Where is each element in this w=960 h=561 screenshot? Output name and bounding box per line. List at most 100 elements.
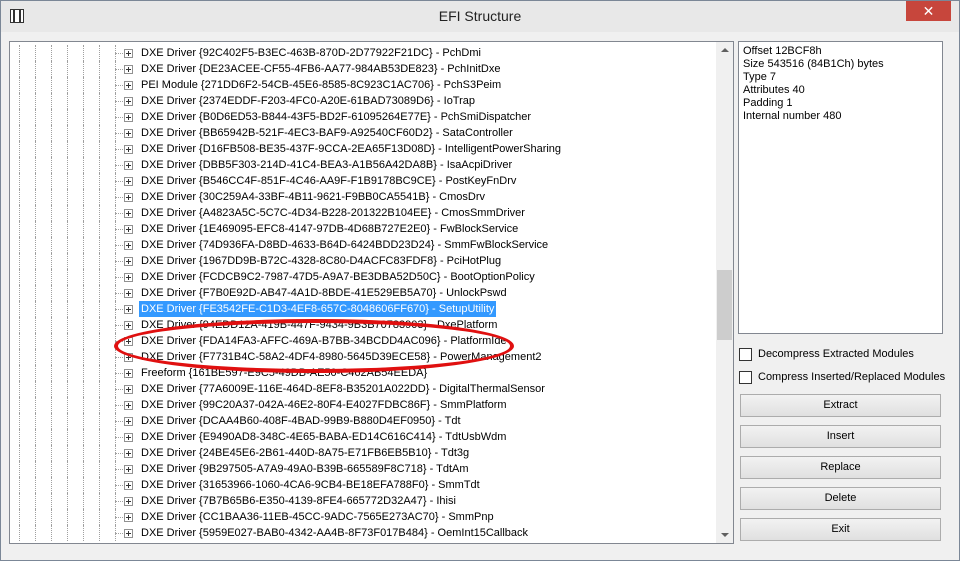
tree-item[interactable]: DXE Driver {FE3542FE-C1D3-4EF8-657C-8048… [10,301,716,317]
tree-item[interactable]: DXE Driver {7B7B65B6-E350-4139-8FE4-6657… [10,493,716,509]
tree-item[interactable]: DXE Driver {9B297505-A7A9-49A0-B39B-6655… [10,461,716,477]
tree-item[interactable]: DXE Driver {24BE45E6-2B61-440D-8A75-E71F… [10,445,716,461]
tree-guide-line [67,173,68,189]
tree-guide-line [99,285,100,301]
tree-guide-line [51,221,52,237]
replace-button[interactable]: Replace [740,456,941,479]
tree-item[interactable]: DXE Driver {99C20A37-042A-46E2-80F4-E402… [10,397,716,413]
tree-guide-line [67,461,68,477]
tree-guide-line [83,525,84,541]
scroll-thumb[interactable] [717,270,732,340]
exit-button[interactable]: Exit [740,518,941,541]
expand-plus-icon[interactable] [124,65,133,74]
expand-plus-icon[interactable] [124,385,133,394]
expand-plus-icon[interactable] [124,513,133,522]
tree-item[interactable]: DXE Driver {F7731B4C-58A2-4DF4-8980-5645… [10,349,716,365]
tree-item[interactable]: DXE Driver {FDA14FA3-AFFC-469A-B7BB-34BC… [10,333,716,349]
expand-plus-icon[interactable] [124,257,133,266]
tree-item[interactable]: DXE Driver {77A6009E-116E-464D-8EF8-B352… [10,381,716,397]
tree-item[interactable]: DXE Driver {DCAA4B60-408F-4BAD-99B9-B880… [10,413,716,429]
decompress-checkbox[interactable] [739,348,752,361]
expand-plus-icon[interactable] [124,449,133,458]
extract-button[interactable]: Extract [740,394,941,417]
tree-guide-line [19,93,20,109]
tree-guide-line [83,493,84,509]
expand-plus-icon[interactable] [124,481,133,490]
expand-plus-icon[interactable] [124,209,133,218]
tree-item[interactable]: DXE Driver {F7B0E92D-AB47-4A1D-8BDE-41E5… [10,285,716,301]
close-button[interactable]: ✕ [906,1,951,21]
tree-item-label: DXE Driver {1E469095-EFC8-4147-97DB-4D68… [141,223,519,235]
tree-item[interactable]: Freeform {161BE597-E9C5-49DB-AE50-C462AB… [10,365,716,381]
tree-guide-line [99,429,100,445]
expand-plus-icon[interactable] [124,369,133,378]
insert-button[interactable]: Insert [740,425,941,448]
expand-plus-icon[interactable] [124,465,133,474]
tree-item[interactable]: DXE Driver {B0D6ED53-B844-43F5-BD2F-6109… [10,109,716,125]
tree-item[interactable]: DXE Driver {2374EDDF-F203-4FC0-A20E-61BA… [10,93,716,109]
delete-button[interactable]: Delete [740,487,941,510]
tree-item[interactable]: DXE Driver {A4823A5C-5C7C-4D34-B228-2013… [10,205,716,221]
tree-guide-line [35,109,36,125]
compress-checkbox[interactable] [739,371,752,384]
expand-plus-icon[interactable] [124,401,133,410]
tree-item[interactable]: DXE Driver {BB65942B-521F-4EC3-BAF9-A925… [10,125,716,141]
expand-plus-icon[interactable] [124,417,133,426]
tree-item[interactable]: DXE Driver {31653966-1060-4CA6-9CB4-BE18… [10,477,716,493]
scroll-down-arrow-icon[interactable] [716,526,733,543]
expand-plus-icon[interactable] [124,289,133,298]
tree-guide-line [51,45,52,61]
expand-plus-icon[interactable] [124,161,133,170]
expand-plus-icon[interactable] [124,113,133,122]
tree-item[interactable]: DXE Driver {5959E027-BAB0-4342-AA4B-8F73… [10,525,716,541]
tree-guide-line [99,317,100,333]
tree-guide-line [67,45,68,61]
tree-item[interactable]: DXE Driver {DE23ACEE-CF55-4FB6-AA77-984A… [10,61,716,77]
tree-item[interactable]: DXE Driver {D16FB508-BE35-437F-9CCA-2EA6… [10,141,716,157]
tree-item-label: DXE Driver {DE23ACEE-CF55-4FB6-AA77-984A… [141,63,501,75]
tree-item[interactable]: DXE Driver {E9490AD8-348C-4E65-BABA-ED14… [10,429,716,445]
expand-plus-icon[interactable] [124,193,133,202]
tree-item[interactable]: DXE Driver {1E469095-EFC8-4147-97DB-4D68… [10,221,716,237]
tree-guide-line [67,61,68,77]
module-tree[interactable]: DXE Driver {92C402F5-B3EC-463B-870D-2D77… [9,41,734,544]
expand-plus-icon[interactable] [124,225,133,234]
tree-item[interactable]: DXE Driver {92C402F5-B3EC-463B-870D-2D77… [10,45,716,61]
expand-plus-icon[interactable] [124,81,133,90]
expand-plus-icon[interactable] [124,433,133,442]
tree-guide-line [99,349,100,365]
tree-guide-line [51,205,52,221]
tree-guide-line [83,429,84,445]
scroll-up-arrow-icon[interactable] [716,42,733,59]
tree-item[interactable]: DXE Driver {DBB5F303-214D-41C4-BEA3-A1B5… [10,157,716,173]
expand-plus-icon[interactable] [124,337,133,346]
tree-item[interactable]: DXE Driver {74D936FA-D8BD-4633-B64D-6424… [10,237,716,253]
expand-plus-icon[interactable] [124,305,133,314]
tree-guide-line [99,381,100,397]
tree-guide-line [99,205,100,221]
expand-plus-icon[interactable] [124,97,133,106]
tree-item[interactable]: DXE Driver {94EDD12A-419B-447F-9434-9B3B… [10,317,716,333]
expand-plus-icon[interactable] [124,353,133,362]
expand-plus-icon[interactable] [124,529,133,538]
tree-item[interactable]: DXE Driver {B546CC4F-851F-4C46-AA9F-F1B9… [10,173,716,189]
tree-item[interactable]: PEI Module {271DD6F2-54CB-45E6-8585-8C92… [10,77,716,93]
tree-guide-line [51,365,52,381]
tree-item[interactable]: DXE Driver {FCDCB9C2-7987-47D5-A9A7-BE3D… [10,269,716,285]
tree-guide-line [67,349,68,365]
expand-plus-icon[interactable] [124,241,133,250]
tree-item[interactable]: DXE Driver {CC1BAA36-11EB-45CC-9ADC-7565… [10,509,716,525]
tree-item[interactable]: DXE Driver {30C259A4-33BF-4B11-9621-F9BB… [10,189,716,205]
tree-guide-line [99,45,100,61]
expand-plus-icon[interactable] [124,129,133,138]
expand-plus-icon[interactable] [124,145,133,154]
tree-scrollbar[interactable] [716,42,733,543]
tree-item-label: DXE Driver {92C402F5-B3EC-463B-870D-2D77… [141,47,481,59]
tree-guide-line [51,525,52,541]
expand-plus-icon[interactable] [124,49,133,58]
expand-plus-icon[interactable] [124,321,133,330]
tree-item[interactable]: DXE Driver {1967DD9B-B72C-4328-8C80-D4AC… [10,253,716,269]
expand-plus-icon[interactable] [124,273,133,282]
expand-plus-icon[interactable] [124,497,133,506]
expand-plus-icon[interactable] [124,177,133,186]
